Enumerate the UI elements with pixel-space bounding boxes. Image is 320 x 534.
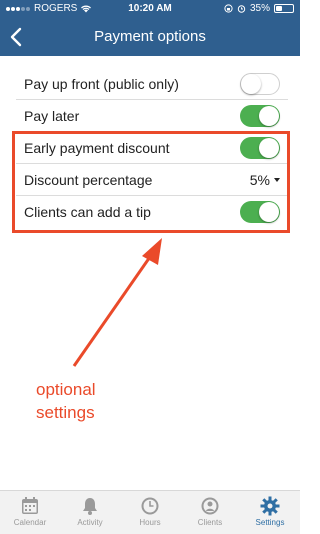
tab-bar: Calendar Activity Hours Clients Settings [0,490,300,534]
tab-clients[interactable]: Clients [180,491,240,534]
gear-icon [260,496,280,516]
person-icon [201,497,219,515]
tab-settings[interactable]: Settings [240,491,300,534]
tab-calendar[interactable]: Calendar [0,491,60,534]
tab-activity[interactable]: Activity [60,491,120,534]
tab-label: Clients [197,518,223,527]
calendar-icon [22,497,38,514]
tab-hours[interactable]: Hours [120,491,180,534]
bell-icon [83,498,97,515]
clock-icon [141,497,159,515]
tab-label: Hours [139,518,161,527]
annotation-arrow [72,238,162,367]
tab-label: Settings [255,518,285,527]
tab-label: Activity [77,518,103,527]
annotation-text: optional settings [36,378,96,424]
annotation-line-2: settings [36,403,95,422]
annotation-line-1: optional [36,380,96,399]
tab-label: Calendar [13,518,47,527]
